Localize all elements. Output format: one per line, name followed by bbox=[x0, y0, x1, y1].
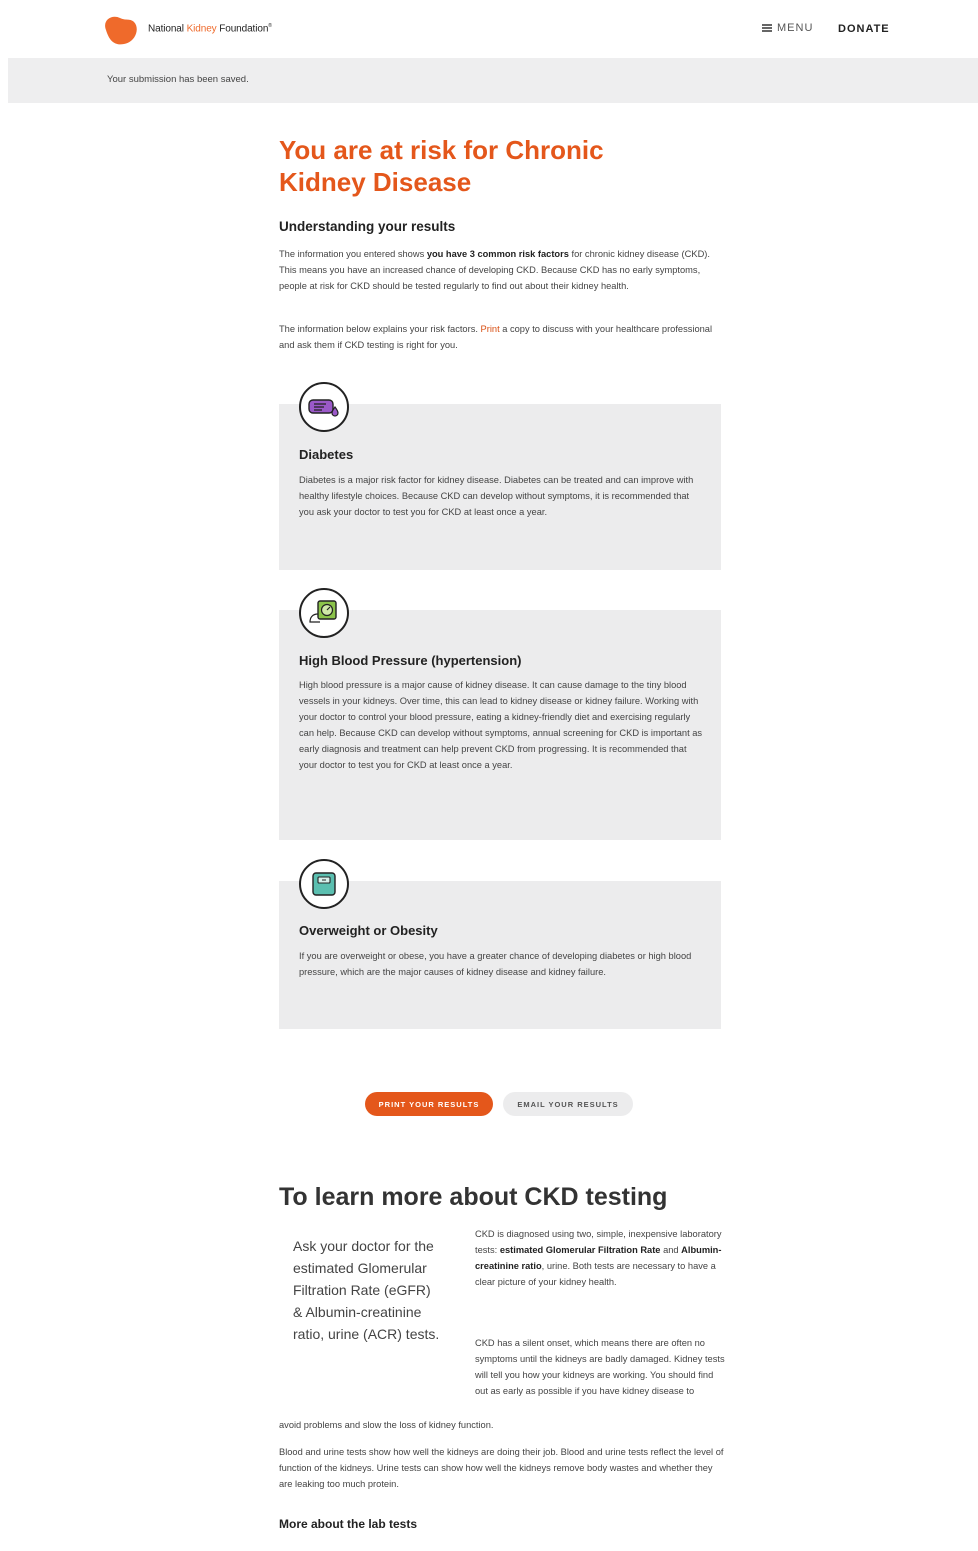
banner-text: Your submission has been saved. bbox=[107, 74, 249, 85]
risk-card-overweight: Overweight or Obesity If you are overwei… bbox=[279, 859, 721, 1029]
risk-title: Overweight or Obesity bbox=[299, 923, 438, 938]
ckd-diagnosis-paragraph: CKD is diagnosed using two, simple, inex… bbox=[475, 1229, 722, 1287]
risk-description: High blood pressure is a major cause of … bbox=[299, 680, 703, 770]
hamburger-icon bbox=[762, 23, 772, 34]
page-title: You are at risk for Chronic Kidney Disea… bbox=[279, 135, 604, 197]
risk-card-diabetes: Diabetes Diabetes is a major risk factor… bbox=[279, 382, 721, 570]
ckd-onset-paragraph-tail: avoid problems and slow the loss of kidn… bbox=[279, 1420, 494, 1430]
risk-card-blood-pressure: High Blood Pressure (hypertension) High … bbox=[279, 588, 721, 840]
ckd-onset-paragraph: CKD has a silent onset, which means ther… bbox=[475, 1338, 725, 1396]
print-results-button[interactable]: PRINT YOUR RESULTS bbox=[365, 1092, 493, 1116]
understanding-heading: Understanding your results bbox=[279, 219, 456, 234]
ask-doctor-callout: Ask your doctor for the estimated Glomer… bbox=[293, 1238, 440, 1342]
logo-wordmark: National Kidney Foundation® bbox=[148, 23, 272, 35]
site-header: National Kidney Foundation® MENU DONATE bbox=[0, 0, 978, 58]
diabetes-icon bbox=[299, 382, 349, 432]
blood-urine-paragraph: Blood and urine tests show how well the … bbox=[279, 1447, 724, 1489]
menu-label: MENU bbox=[777, 22, 814, 34]
risk-description: Diabetes is a major risk factor for kidn… bbox=[299, 475, 694, 517]
results-print-note: The information below explains your risk… bbox=[279, 324, 713, 350]
submission-saved-banner: Your submission has been saved. bbox=[8, 58, 978, 103]
results-intro: The information you entered shows you ha… bbox=[279, 249, 710, 291]
menu-button[interactable]: MENU bbox=[762, 22, 813, 34]
kidney-logo-icon bbox=[100, 12, 140, 46]
scale-icon bbox=[299, 859, 349, 909]
print-link[interactable]: Print bbox=[481, 324, 500, 334]
risk-description: If you are overweight or obese, you have… bbox=[299, 951, 692, 977]
donate-link[interactable]: DONATE bbox=[838, 23, 890, 35]
risk-title: Diabetes bbox=[299, 447, 354, 462]
nkf-logo[interactable]: National Kidney Foundation® bbox=[100, 12, 272, 46]
more-lab-tests-heading: More about the lab tests bbox=[279, 1517, 418, 1531]
risk-title: High Blood Pressure (hypertension) bbox=[299, 653, 522, 668]
blood-pressure-icon bbox=[299, 588, 349, 638]
email-results-button[interactable]: EMAIL YOUR RESULTS bbox=[503, 1092, 633, 1116]
learn-more-heading: To learn more about CKD testing bbox=[279, 1183, 668, 1211]
